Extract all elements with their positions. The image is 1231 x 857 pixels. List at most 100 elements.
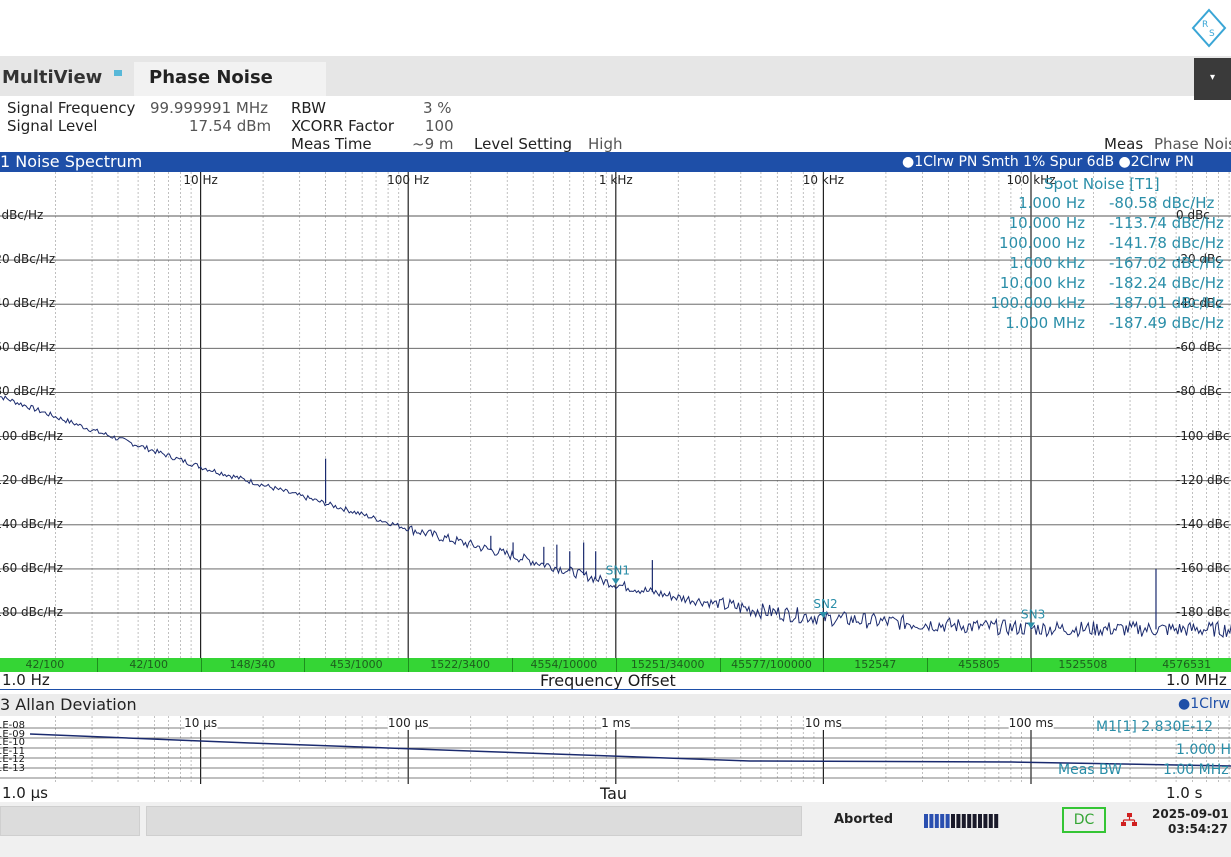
- y-axis-label-right: -80 dBc: [1176, 384, 1222, 399]
- svg-text:S: S: [1209, 29, 1215, 39]
- noise-x-start: 1.0 Hz: [2, 671, 50, 689]
- progress-segment: [994, 814, 999, 828]
- progress-segment: [983, 814, 988, 828]
- tab-phase-noise[interactable]: Phase Noise: [134, 62, 326, 96]
- y-axis-label-left: -180 dBc/Hz: [0, 605, 63, 619]
- spot-noise-freq: 100.000 Hz: [999, 234, 1085, 252]
- marker-sn1-icon[interactable]: [611, 578, 620, 585]
- rbw-value: 3 %: [423, 99, 452, 117]
- status-state: Aborted: [834, 812, 894, 827]
- rbw-segment-divider: [823, 658, 825, 672]
- progress-segment: [934, 814, 939, 828]
- noise-x-title: Frequency Offset: [540, 671, 676, 690]
- status-time: 03:54:27: [1168, 822, 1228, 836]
- tau-tick-label: 1 ms: [601, 716, 631, 730]
- status-date: 2025-09-01: [1152, 807, 1229, 821]
- y-axis-label-left: -160 dBc/Hz: [0, 560, 63, 575]
- rbw-segment-divider: [1134, 658, 1136, 672]
- tau-tick-label: 10 ms: [804, 716, 842, 730]
- menu-button[interactable]: ▾: [1194, 58, 1231, 100]
- allan-title-bar[interactable]: 3 Allan Deviation ●1Clrw: [0, 694, 1231, 716]
- rbw-segment-label: 45577/100000: [731, 658, 812, 671]
- meas-time-value: ~9 m: [412, 135, 454, 153]
- rbw-segment-bar: 42/100 42/100 148/340 453/1000 1522/3400 4554…: [0, 658, 1231, 672]
- meas-value: Phase Noise: [1154, 135, 1231, 153]
- y-axis-label-left: -20 dBc/Hz: [0, 252, 56, 267]
- rbw-segment-divider: [927, 658, 929, 672]
- allan-x-start: 1.0 µs: [2, 784, 48, 802]
- noise-x-stop: 1.0 MHz: [1166, 671, 1227, 689]
- progress-segment: [988, 814, 993, 828]
- meas-label: Meas: [1104, 135, 1144, 153]
- status-field-2[interactable]: [146, 806, 802, 836]
- rbw-segment-label: 1525508: [1058, 658, 1108, 671]
- spot-noise-freq: 10.000 Hz: [1008, 214, 1085, 232]
- y-axis-label-left: -140 dBc/Hz: [0, 516, 63, 531]
- marker-sn3-icon[interactable]: [1027, 622, 1035, 629]
- spot-noise-value: -187.01 dBc/Hz: [1109, 294, 1224, 312]
- rohde-schwarz-logo-icon: R S: [1191, 8, 1227, 48]
- spot-noise-value: -80.58 dBc/Hz: [1109, 194, 1215, 212]
- progress-indicator: [924, 813, 1000, 828]
- progress-segment: [940, 814, 945, 828]
- spot-noise-value: -182.24 dBc/Hz: [1109, 274, 1224, 292]
- marker-sn2-label: SN2: [813, 597, 837, 611]
- meas-time-label: Meas Time: [291, 135, 372, 153]
- y-axis-label-left: -60 dBc/Hz: [0, 340, 56, 355]
- freq-tick-label: 10 kHz: [802, 173, 845, 187]
- tau-tick-label: 100 µs: [387, 716, 429, 730]
- rbw-label: RBW: [291, 99, 327, 117]
- y-axis-label-right: -140 dBc: [1176, 516, 1230, 531]
- spot-noise-value: -167.02 dBc/Hz: [1109, 254, 1224, 272]
- noise-spectrum-title-bar[interactable]: 1 Noise Spectrum ●1Clrw PN Smth 1% Spur …: [0, 152, 1231, 172]
- noise-spectrum-title: 1 Noise Spectrum: [0, 152, 143, 171]
- freq-tick-label: 10 Hz: [183, 173, 218, 187]
- dc-badge[interactable]: DC: [1062, 807, 1106, 833]
- progress-segment: [967, 814, 972, 828]
- progress-segment: [961, 814, 966, 828]
- spot-noise-value: -113.74 dBc/Hz: [1109, 214, 1224, 232]
- y-axis-label-left: 0 dBc/Hz: [0, 208, 44, 222]
- signal-level-value: 17.54 dBm: [189, 117, 272, 135]
- tau-tick-label: 100 ms: [1008, 716, 1054, 730]
- y-axis-label-left: -80 dBc/Hz: [0, 384, 56, 399]
- spot-noise-freq: 100.000 kHz: [990, 294, 1085, 312]
- spot-noise-freq: 1.000 kHz: [1009, 254, 1085, 272]
- rbw-segment-divider: [96, 658, 98, 672]
- status-field-1[interactable]: [0, 806, 140, 836]
- spot-noise-freq: 1.000 Hz: [1018, 194, 1085, 212]
- y-axis-label-left: -120 dBc/Hz: [0, 472, 63, 487]
- rbw-segment-divider: [200, 658, 202, 672]
- spot-noise-freq: 1.000 MHz: [1005, 314, 1085, 332]
- xcorr-label: XCORR Factor: [291, 117, 394, 135]
- progress-segment: [951, 814, 955, 828]
- progress-segment: [956, 814, 961, 828]
- allan-y-label: 1E-13: [0, 762, 26, 774]
- rbw-segment-divider: [512, 658, 513, 672]
- rbw-segment-divider: [1031, 658, 1032, 672]
- allan-trace-line: [29, 733, 1231, 767]
- y-axis-label-right: -60 dBc: [1176, 340, 1222, 355]
- divider: [0, 689, 1231, 690]
- top-strip: [0, 0, 1231, 56]
- tab-indicator-icon: [114, 70, 122, 76]
- progress-segment: [978, 814, 982, 828]
- y-axis-label-right: -120 dBc: [1176, 472, 1230, 487]
- rbw-segment-label: 4576531: [1162, 658, 1212, 671]
- marker-sn3-label: SN3: [1021, 607, 1045, 621]
- allan-trace-info: ●1Clrw: [1178, 696, 1230, 712]
- progress-segment: [924, 814, 928, 828]
- allan-marker-freq: 1.000 Hz: [1176, 742, 1231, 758]
- xcorr-value: 100: [425, 117, 454, 135]
- spot-noise-value: -187.49 dBc/Hz: [1109, 314, 1224, 332]
- rbw-segment-label: 453/1000: [329, 658, 383, 671]
- tab-multiview[interactable]: MultiView: [0, 60, 102, 96]
- y-axis-label-right: -100 dBc: [1176, 428, 1230, 443]
- signal-level-label: Signal Level: [7, 117, 98, 135]
- rbw-segment-divider: [304, 658, 306, 672]
- allan-x-stop: 1.0 s: [1166, 784, 1203, 802]
- rbw-segment-label: 42/100: [25, 658, 65, 671]
- y-axis-label-left: -100 dBc/Hz: [0, 428, 63, 443]
- spot-noise-value: -141.78 dBc/Hz: [1109, 234, 1224, 252]
- progress-segment: [945, 814, 950, 828]
